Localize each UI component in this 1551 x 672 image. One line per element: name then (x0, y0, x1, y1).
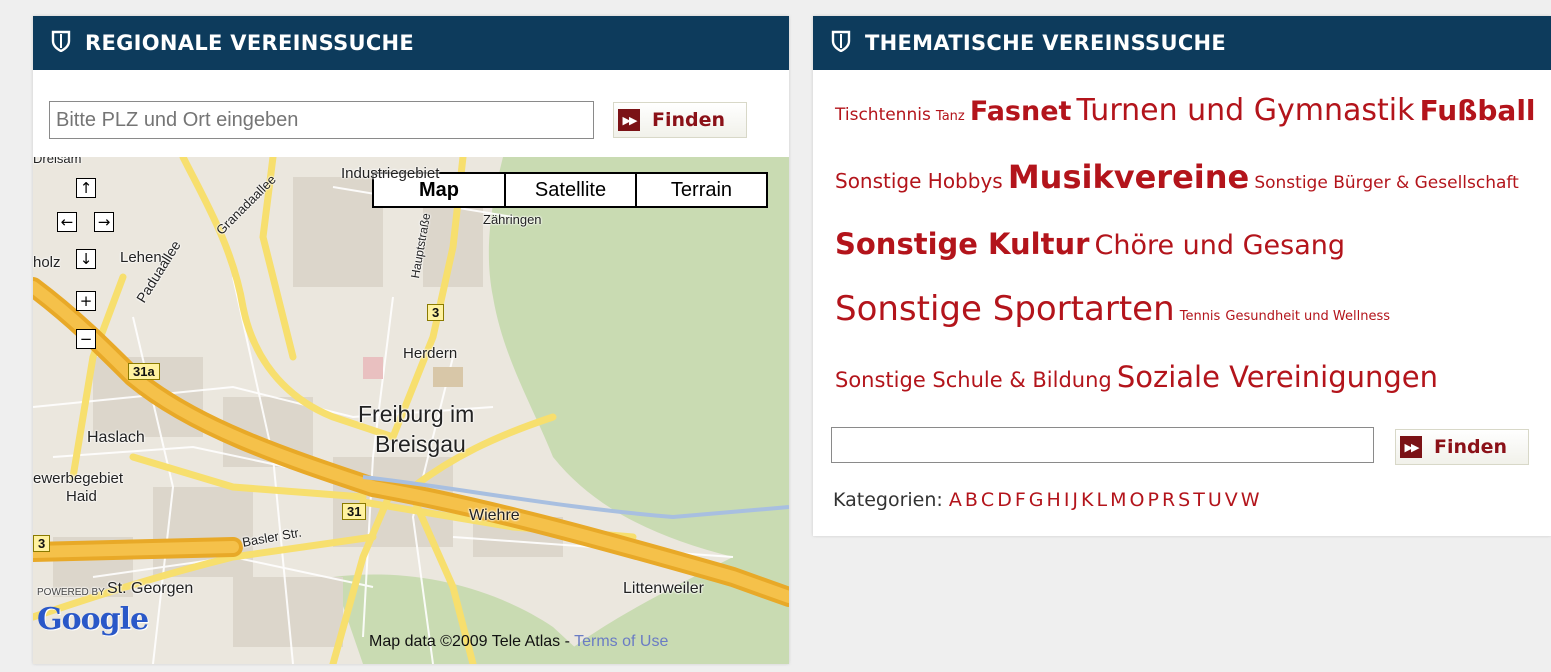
thematic-search-header: THEMATISCHE VEREINSSUCHE (813, 16, 1551, 70)
pan-down-button[interactable]: ↓ (76, 249, 96, 269)
road-badge-3-north: 3 (427, 304, 445, 321)
categories-label: Kategorien: (833, 489, 943, 511)
zoom-out-button[interactable]: − (76, 329, 96, 349)
arrow-down-icon: ↓ (79, 249, 93, 268)
tag-link[interactable]: Turnen und Gymnastik (1077, 93, 1415, 128)
regional-find-button[interactable]: ▶▶ Finden (613, 102, 747, 138)
thematic-search-input[interactable] (831, 427, 1374, 463)
map-attribution: Map data ©2009 Tele Atlas - Terms of Use (369, 633, 668, 651)
category-letter-link[interactable]: B (965, 489, 978, 511)
tag-link[interactable]: Sonstige Schule & Bildung (835, 368, 1112, 392)
category-letter-link[interactable]: F (1015, 489, 1026, 511)
category-letter-link[interactable]: D (997, 489, 1012, 511)
location-search-input[interactable] (49, 101, 594, 139)
map-label-littenweiler: Littenweiler (623, 580, 704, 597)
regional-find-label: Finden (652, 109, 726, 131)
map-label-city-line1: Freiburg im (358, 401, 475, 427)
tag-link[interactable]: Tanz (936, 109, 965, 124)
map-label-city-line2: Breisgau (375, 431, 466, 457)
category-letter-link[interactable]: O (1130, 489, 1145, 511)
plus-icon: + (79, 291, 93, 310)
map-label-gewerbe-line2: Haid (66, 488, 97, 505)
category-index: Kategorien: ABCDFGHIJKLMOPRSTUVW (833, 489, 1263, 511)
zoom-in-button[interactable]: + (76, 291, 96, 311)
category-tag-cloud: Tischtennis Tanz Fasnet Turnen und Gymna… (835, 80, 1547, 473)
pan-left-button[interactable]: ← (57, 212, 77, 232)
map-attribution-text: Map data ©2009 Tele Atlas - (369, 633, 575, 650)
minus-icon: − (79, 329, 93, 348)
tag-link[interactable]: Fußball (1420, 94, 1536, 127)
thematic-find-label: Finden (1434, 436, 1508, 458)
map-view[interactable]: Map Satellite Terrain ↑ ← → ↓ + − Dreisa… (33, 157, 789, 664)
category-letter-link[interactable]: P (1147, 489, 1158, 511)
shield-icon (831, 30, 851, 57)
arrow-up-icon: ↑ (79, 178, 93, 197)
thematic-find-button[interactable]: ▶▶ Finden (1395, 429, 1529, 465)
map-label-industrie: Industriegebiet (341, 165, 440, 182)
category-letter-link[interactable]: T (1193, 489, 1205, 511)
category-letter-link[interactable]: W (1241, 489, 1260, 511)
pan-right-button[interactable]: → (94, 212, 114, 232)
map-label-wiehre: Wiehre (469, 507, 520, 524)
road-badge-3-west: 3 (33, 535, 51, 552)
terms-of-use-link[interactable]: Terms of Use (574, 633, 668, 650)
shield-icon (51, 30, 71, 57)
thematic-search-title: THEMATISCHE VEREINSSUCHE (865, 31, 1227, 55)
category-letter-link[interactable]: G (1029, 489, 1044, 511)
category-letter-link[interactable]: C (981, 489, 994, 511)
fast-forward-icon: ▶▶ (618, 109, 640, 131)
road-badge-31a: 31a (128, 363, 160, 380)
tag-link[interactable]: Sonstige Bürger & Gesellschaft (1254, 173, 1518, 193)
google-logo: Google (37, 602, 149, 637)
fast-forward-icon: ▶▶ (1400, 436, 1422, 458)
category-letter-link[interactable]: S (1178, 489, 1190, 511)
regional-search-title: REGIONALE VEREINSSUCHE (85, 31, 415, 55)
tag-link[interactable]: Soziale Vereinigungen (1117, 360, 1438, 394)
tag-link[interactable]: Sonstige Hobbys (835, 169, 1003, 193)
category-letter-link[interactable]: H (1047, 489, 1061, 511)
tag-link[interactable]: Sonstige Kultur (835, 227, 1089, 261)
map-label-zahringen: Zähringen (483, 212, 542, 227)
tag-link[interactable]: Tennis (1180, 309, 1221, 324)
map-type-satellite-button[interactable]: Satellite (504, 172, 637, 208)
tag-link[interactable]: Musikvereine (1008, 158, 1249, 196)
tag-link[interactable]: Chöre und Gesang (1095, 230, 1346, 261)
category-letter-link[interactable]: I (1064, 489, 1070, 511)
arrow-left-icon: ← (60, 212, 74, 231)
map-label-st-georgen: St. Georgen (107, 580, 194, 597)
map-label-dreisam: Dreisam (33, 157, 82, 166)
map-label-gewerbe-line1: ewerbegebiet (33, 470, 124, 487)
map-label-haslach: Haslach (87, 429, 145, 446)
map-type-terrain-button[interactable]: Terrain (635, 172, 768, 208)
thematic-search-panel: THEMATISCHE VEREINSSUCHE Tischtennis Tan… (813, 16, 1551, 536)
tag-link[interactable]: Sonstige Sportarten (835, 289, 1175, 329)
category-letters: ABCDFGHIJKLMOPRSTUVW (949, 489, 1263, 511)
category-letter-link[interactable]: U (1208, 489, 1222, 511)
category-letter-link[interactable]: R (1162, 489, 1175, 511)
category-letter-link[interactable]: K (1081, 489, 1093, 511)
category-letter-link[interactable]: J (1072, 489, 1078, 511)
category-letter-link[interactable]: L (1097, 489, 1108, 511)
regional-search-header: REGIONALE VEREINSSUCHE (33, 16, 789, 70)
category-letter-link[interactable]: A (949, 489, 962, 511)
arrow-right-icon: → (97, 212, 111, 231)
category-letter-link[interactable]: M (1110, 489, 1126, 511)
tag-link[interactable]: Gesundheit und Wellness (1225, 309, 1390, 324)
road-badge-31: 31 (342, 503, 367, 520)
powered-by-label: POWERED BY (37, 587, 105, 598)
category-letter-link[interactable]: V (1225, 489, 1238, 511)
tag-link[interactable]: Fasnet (970, 96, 1072, 127)
regional-search-panel: REGIONALE VEREINSSUCHE ▶▶ Finden (33, 16, 789, 664)
map-label-holz: holz (33, 254, 61, 271)
pan-up-button[interactable]: ↑ (76, 178, 96, 198)
tag-link[interactable]: Tischtennis (835, 105, 931, 125)
map-label-herdern: Herdern (403, 345, 458, 362)
